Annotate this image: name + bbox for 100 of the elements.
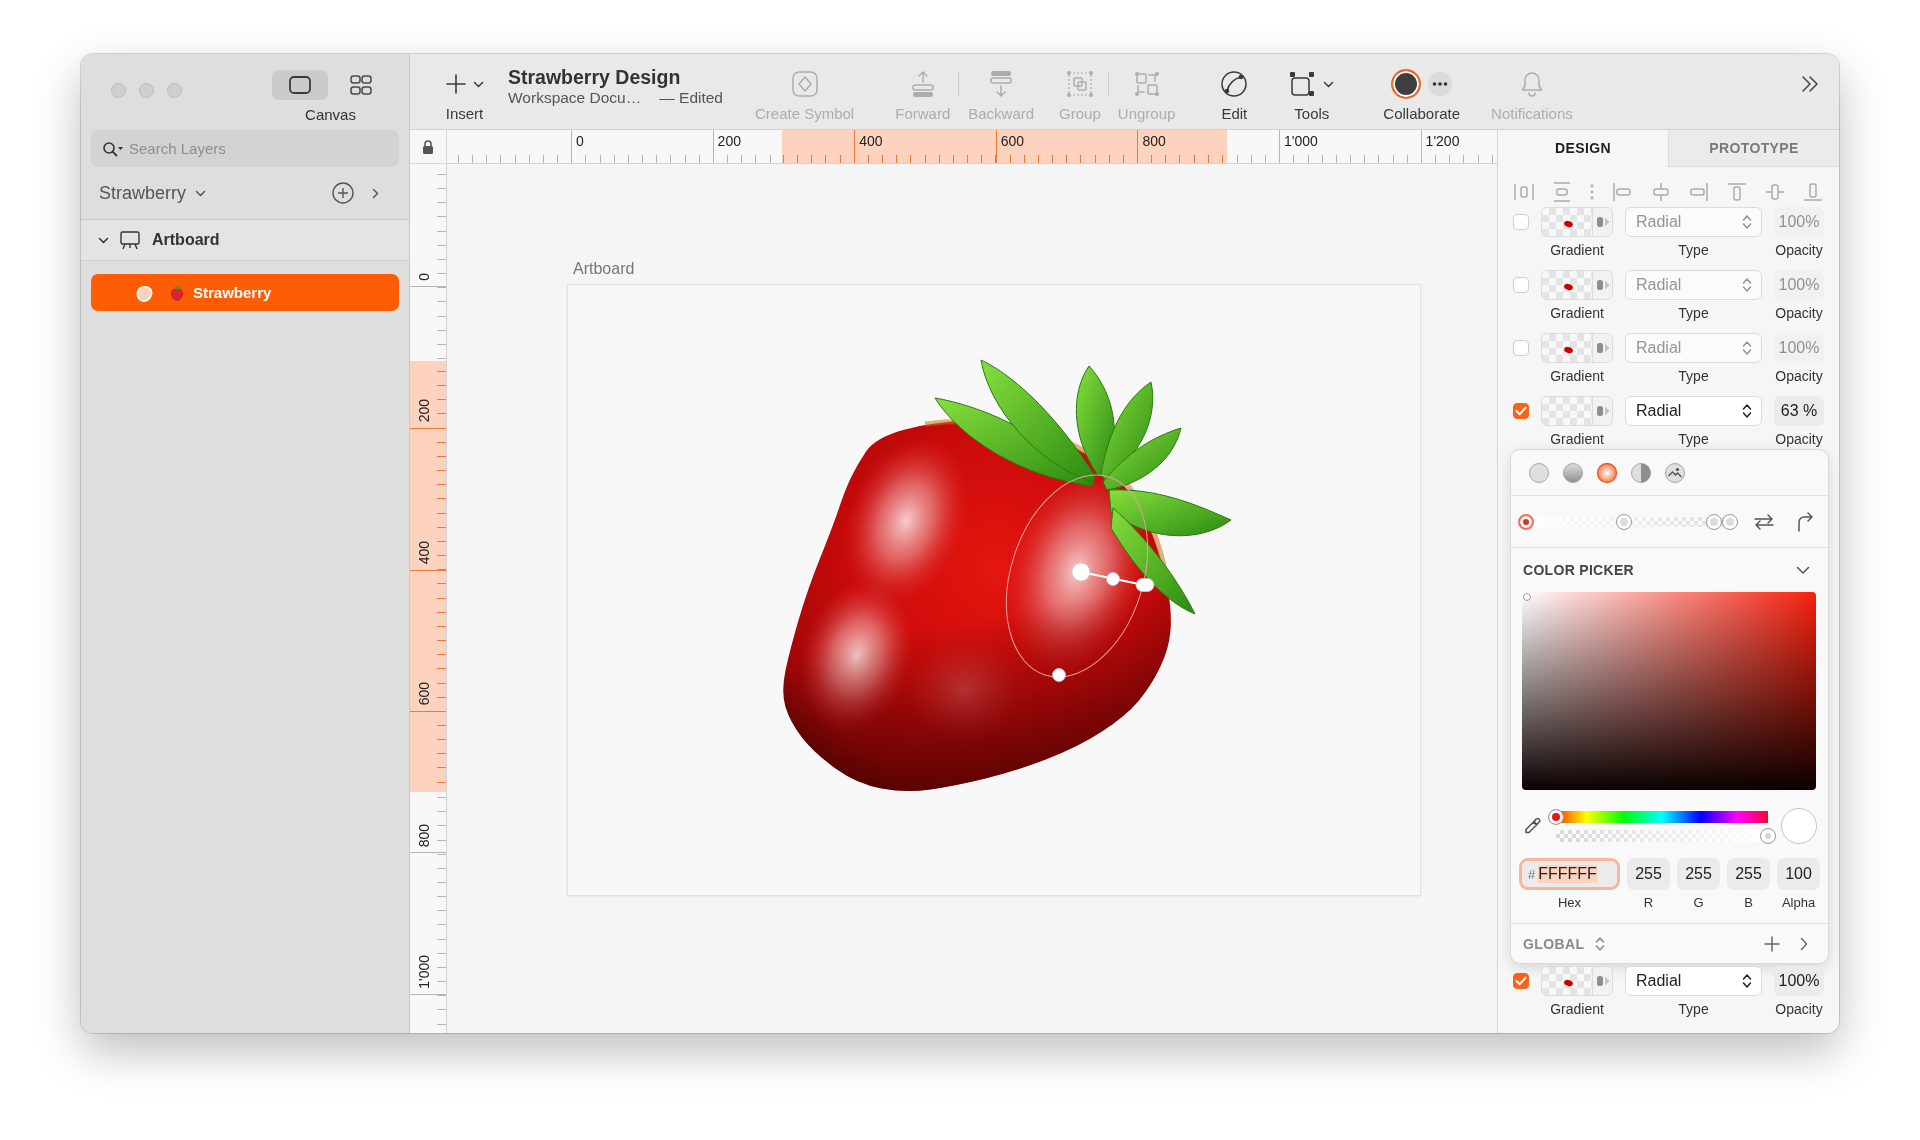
ruler-label: 400 — [416, 540, 432, 565]
fill-type-dropdown[interactable]: Radial — [1625, 207, 1762, 237]
gradient-stop[interactable] — [1518, 513, 1534, 530]
field-label: Gradient — [1550, 430, 1604, 447]
channel-field[interactable]: 255 — [1727, 858, 1770, 890]
fill-checkbox[interactable] — [1513, 214, 1529, 230]
field-label: Opacity — [1775, 367, 1823, 384]
slider-thumb[interactable] — [1760, 827, 1776, 844]
plus-circle-icon[interactable] — [332, 182, 354, 204]
swap-arrows-icon[interactable] — [1752, 512, 1776, 531]
bar-triangle-icon — [1595, 278, 1610, 292]
checkmark-icon — [1515, 406, 1527, 416]
double-chevron-icon[interactable] — [1800, 75, 1820, 93]
edit-button[interactable]: Edit — [1218, 70, 1251, 123]
field-label: R — [1643, 895, 1654, 911]
section-title: COLOR PICKER — [1523, 562, 1634, 578]
ruler-label: 0 — [416, 273, 432, 281]
swatch-library-selector[interactable]: GLOBAL — [1523, 935, 1605, 952]
insert-button[interactable]: Insert — [443, 70, 486, 123]
ruler-label: 200 — [717, 133, 741, 149]
gradient-swatch[interactable] — [1541, 966, 1613, 996]
field-label: G — [1693, 895, 1704, 911]
document-title: Strawberry Design — [508, 66, 682, 88]
gradient-stop[interactable] — [1615, 513, 1632, 530]
fill-checkbox[interactable] — [1513, 340, 1529, 356]
gradient-handle[interactable] — [1106, 572, 1120, 586]
fill-type-dropdown[interactable]: Radial — [1625, 396, 1762, 426]
gradient-swatch[interactable] — [1541, 396, 1613, 426]
updown-chevron-icon — [1742, 214, 1752, 230]
layer-name: Strawberry — [193, 284, 272, 301]
search-field[interactable]: Search Layers — [125, 130, 399, 167]
canvas-view-button[interactable] — [272, 70, 328, 100]
channel-field[interactable]: 255 — [1677, 858, 1720, 890]
radial-gradient-icon[interactable] — [1596, 461, 1618, 484]
inspector-tab[interactable]: PROTOTYPE — [1668, 130, 1839, 167]
gradient-track[interactable] — [1518, 513, 1738, 530]
chevron-down-icon[interactable] — [1796, 565, 1810, 575]
gradient-handle[interactable] — [1052, 668, 1066, 682]
gradient-swatch[interactable] — [1541, 207, 1613, 237]
gradient-stop[interactable] — [1722, 513, 1738, 530]
ruler-label: 400 — [859, 133, 883, 149]
field-label: B — [1744, 895, 1753, 911]
updown-chevron-icon — [1742, 277, 1752, 293]
fill-type-dropdown[interactable]: Radial — [1625, 966, 1762, 996]
linear-gradient-icon[interactable] — [1562, 461, 1584, 484]
checkmark-icon — [1515, 976, 1527, 986]
slider-thumb[interactable] — [1548, 808, 1564, 825]
field-label: Alpha — [1781, 895, 1816, 911]
chevron-right-icon[interactable] — [372, 187, 379, 199]
field-label: Opacity — [1775, 304, 1823, 321]
collaborate-button[interactable]: Collaborate — [1381, 70, 1463, 123]
plus-icon[interactable] — [1764, 935, 1780, 952]
gradient-swatch[interactable] — [1541, 270, 1613, 300]
opacity-field[interactable]: 100% — [1774, 966, 1824, 996]
bar-triangle-icon — [1595, 215, 1610, 229]
fill-type-dropdown[interactable]: Radial — [1625, 333, 1762, 363]
gradient-swatch[interactable] — [1541, 333, 1613, 363]
field-label: Type — [1678, 367, 1709, 384]
gradient-handle[interactable] — [1071, 562, 1091, 582]
lock-icon[interactable] — [422, 139, 434, 154]
solid-fill-icon[interactable] — [1528, 461, 1550, 484]
field-label: Opacity — [1775, 1000, 1823, 1017]
eyedropper-icon[interactable] — [1523, 817, 1541, 835]
angular-gradient-icon[interactable] — [1630, 461, 1652, 484]
chevron-down-icon — [473, 80, 484, 88]
fill-checkbox[interactable] — [1513, 973, 1529, 989]
field-label: Hex — [1557, 895, 1582, 911]
bar-triangle-icon — [1595, 341, 1610, 355]
updown-chevron-icon — [1742, 973, 1752, 989]
field-label: Opacity — [1775, 241, 1823, 258]
ruler-label: 0 — [576, 133, 584, 149]
fill-type-dropdown[interactable]: Radial — [1625, 270, 1762, 300]
field-label: Opacity — [1775, 430, 1823, 447]
split-squares-icon — [1132, 70, 1161, 98]
user-avatar — [1390, 69, 1421, 99]
field-label: Gradient — [1550, 304, 1604, 321]
fill-checkbox[interactable] — [1513, 277, 1529, 293]
bar-triangle-icon — [1595, 404, 1610, 418]
hex-field[interactable]: # FFFFFF — [1519, 858, 1620, 890]
gradient-stop[interactable] — [1705, 513, 1722, 530]
curved-arrow-icon[interactable] — [1796, 511, 1814, 532]
chevron-down-icon[interactable] — [98, 236, 109, 244]
ruler-label: 600 — [1000, 133, 1025, 149]
bezier-curve-icon — [1220, 70, 1249, 98]
ruler-label: 1'000 — [1284, 133, 1318, 149]
channel-field[interactable]: 255 — [1627, 858, 1670, 890]
view-label: Canvas — [305, 106, 356, 124]
layer-row[interactable]: Strawberry — [91, 274, 399, 311]
layer-name: Artboard — [152, 231, 220, 249]
channel-field[interactable]: 100 — [1777, 858, 1820, 890]
layer-row[interactable]: Artboard — [81, 220, 409, 261]
opacity-field[interactable]: 63 % — [1774, 396, 1824, 426]
chevron-right-icon[interactable] — [1800, 936, 1808, 951]
ruler-label: 1'000 — [416, 955, 432, 989]
image-fill-icon[interactable] — [1664, 461, 1686, 484]
blob-icon — [135, 283, 153, 302]
fill-checkbox[interactable] — [1513, 403, 1529, 419]
color-field[interactable] — [1522, 592, 1816, 790]
tools-button[interactable]: Tools — [1287, 70, 1337, 123]
page-selector[interactable]: Strawberry — [99, 182, 207, 204]
